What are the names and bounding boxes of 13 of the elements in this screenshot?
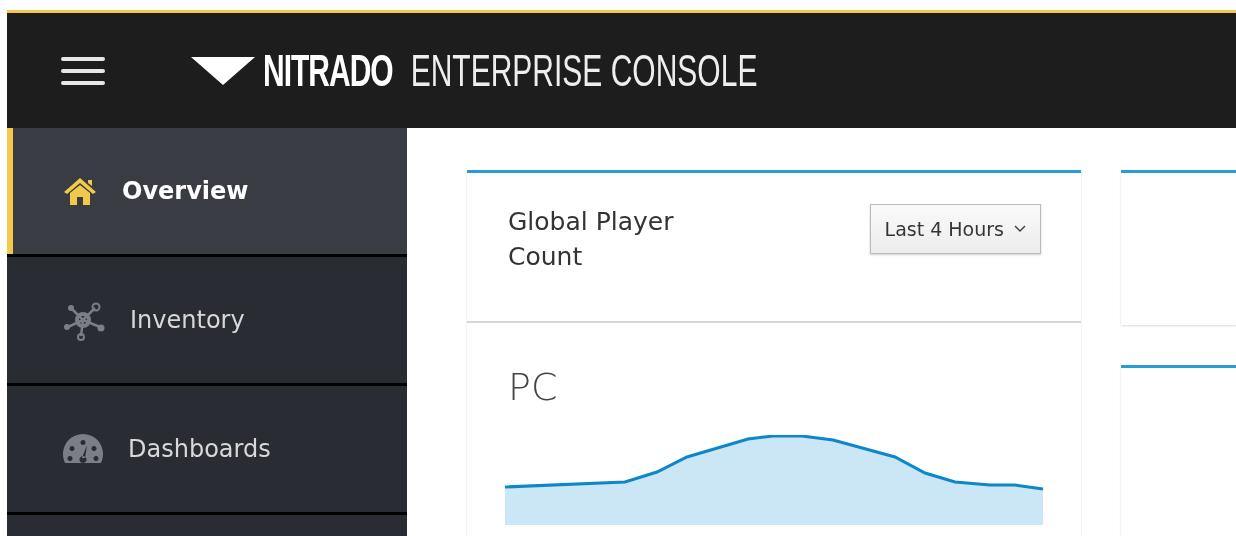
time-range-dropdown[interactable]: Last 4 Hours: [869, 204, 1041, 254]
card-title: Global Player Count: [508, 206, 675, 273]
product-name: ENTERPRISE CONSOLE: [410, 45, 758, 96]
logo-triangle-icon: [191, 56, 255, 85]
chevron-down-icon: [1014, 225, 1026, 233]
sidebar-item[interactable]: Inventory: [7, 257, 407, 383]
home-icon: [62, 176, 98, 206]
gauge-icon: [62, 434, 104, 464]
sidebar-item[interactable]: Dashboards: [7, 386, 407, 512]
menu-icon: [61, 55, 105, 86]
brand-name: NITRADO: [263, 45, 393, 96]
section-label: PC: [507, 364, 559, 409]
sidebar-item[interactable]: Overview: [7, 128, 407, 254]
